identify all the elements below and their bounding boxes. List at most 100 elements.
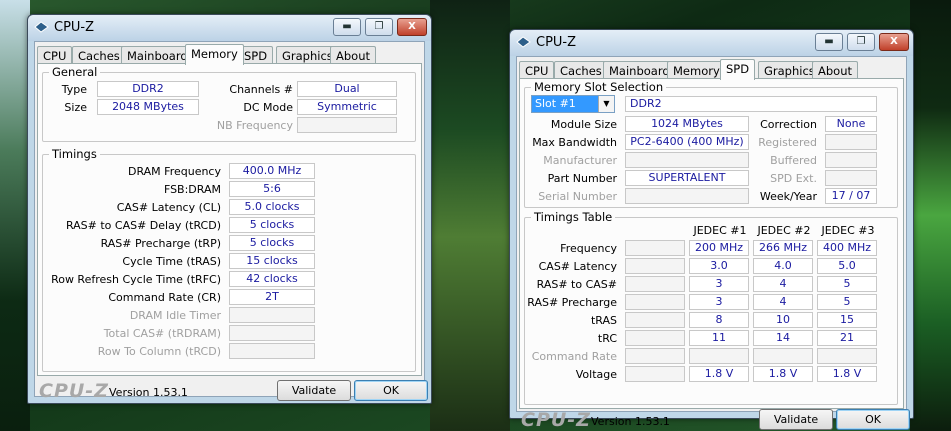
part-number-value: SUPERTALENT: [625, 170, 749, 186]
memory-slot-group-title: Memory Slot Selection: [531, 80, 667, 94]
manufacturer-label: Manufacturer: [543, 154, 617, 167]
timings-table-cell: [817, 348, 877, 364]
timing-label: DRAM Idle Timer: [129, 309, 221, 322]
title-bar[interactable]: CPU-Z ▬ ❐ X: [28, 15, 431, 41]
correction-label: Correction: [760, 118, 817, 131]
tab-caches[interactable]: Caches: [554, 61, 608, 79]
title-bar[interactable]: CPU-Z ▬ ❐ X: [510, 30, 913, 56]
timings-table-cell: 5: [817, 276, 877, 292]
slot-select[interactable]: Slot #1 ▼: [531, 95, 615, 113]
timings-table-cell: 8: [689, 312, 749, 328]
minimize-button[interactable]: ▬: [333, 18, 361, 36]
validate-button[interactable]: Validate: [759, 409, 833, 430]
memory-panel: General Type DDR2 Size 2048 MBytes Chann…: [37, 63, 422, 376]
registered-value: [825, 134, 877, 150]
timings-table-cell: 10: [753, 312, 813, 328]
timing-value: 400.0 MHz: [229, 163, 315, 179]
timing-label: Command Rate (CR): [108, 291, 221, 304]
correction-value: None: [825, 116, 877, 132]
timings-table-group: Timings Table JEDEC #1 JEDEC #2 JEDEC #3…: [524, 210, 898, 405]
timing-label: Row Refresh Cycle Time (tRFC): [51, 273, 221, 286]
timings-table-cell: [753, 348, 813, 364]
timings-table-blank-cell: [625, 258, 685, 274]
week-year-value: 17 / 07: [825, 188, 877, 204]
timings-table-cell: 1.8 V: [753, 366, 813, 382]
timing-value: 5 clocks: [229, 235, 315, 251]
timings-table-cell: 11: [689, 330, 749, 346]
timings-table-cell: 4.0: [753, 258, 813, 274]
serial-number-value: [625, 188, 749, 204]
cpuz-window-memory: CPU-Z ▬ ❐ X CPU Caches Mainboard Memory …: [27, 14, 432, 404]
timing-value: 42 clocks: [229, 271, 315, 287]
channels-label: Channels #: [229, 83, 293, 96]
close-button[interactable]: X: [397, 18, 427, 36]
timings-table-cell: 1.8 V: [689, 366, 749, 382]
timings-table-cell: 3: [689, 276, 749, 292]
manufacturer-value: [625, 152, 749, 168]
tab-memory[interactable]: Memory: [185, 44, 244, 65]
timing-value: 15 clocks: [229, 253, 315, 269]
timings-table-cell: 4: [753, 294, 813, 310]
timing-value: 5 clocks: [229, 217, 315, 233]
timing-label: Cycle Time (tRAS): [122, 255, 221, 268]
timing-label: CAS# Latency (CL): [116, 201, 221, 214]
timings-table-cell: 5: [817, 294, 877, 310]
maximize-button[interactable]: ❐: [365, 18, 393, 36]
max-bandwidth-value: PC2-6400 (400 MHz): [625, 134, 749, 150]
tab-cpu[interactable]: CPU: [519, 61, 555, 79]
jedec-3-header: JEDEC #3: [821, 224, 875, 237]
timing-value: [229, 343, 315, 359]
registered-label: Registered: [758, 136, 817, 149]
timings-table-cell: 15: [817, 312, 877, 328]
timings-table-cell: 200 MHz: [689, 240, 749, 256]
timings-group-title: Timings: [49, 147, 100, 161]
timings-table-label: tRAS: [590, 314, 617, 327]
channels-value: Dual: [297, 81, 397, 97]
timings-table-cell: 21: [817, 330, 877, 346]
timings-table-title: Timings Table: [531, 210, 616, 224]
cpuz-app-icon: [34, 21, 49, 33]
tab-memory[interactable]: Memory: [667, 61, 726, 79]
window-title: CPU-Z: [536, 35, 577, 50]
tab-mainboard[interactable]: Mainboard: [603, 61, 676, 79]
window-client: CPU Caches Mainboard Memory SPD Graphics…: [516, 56, 910, 431]
ok-button[interactable]: OK: [836, 409, 910, 430]
window-title: CPU-Z: [54, 20, 95, 35]
timings-table-label: CAS# Latency: [538, 260, 617, 273]
buffered-value: [825, 152, 877, 168]
maximize-button[interactable]: ❐: [847, 33, 875, 51]
timings-group: Timings DRAM Frequency 400.0 MHz FSB:DRAM 5…: [42, 147, 416, 372]
nb-frequency-label: NB Frequency: [216, 119, 293, 132]
close-button[interactable]: X: [879, 33, 909, 51]
timing-value: 2T: [229, 289, 315, 305]
type-value: DDR2: [97, 81, 199, 97]
cpuz-footer-logo: CPU-Z: [39, 380, 109, 402]
desktop-wallpaper-middle: [430, 0, 510, 431]
tab-spd[interactable]: SPD: [720, 59, 756, 80]
tab-about[interactable]: About: [330, 46, 377, 64]
nb-frequency-value: [297, 117, 397, 133]
ok-button[interactable]: OK: [354, 380, 428, 401]
timings-table-label: Command Rate: [531, 350, 617, 363]
timings-table-blank-cell: [625, 312, 685, 328]
timings-table-cell: 14: [753, 330, 813, 346]
tab-mainboard[interactable]: Mainboard: [121, 46, 194, 64]
tab-caches[interactable]: Caches: [72, 46, 126, 64]
timings-table-cell: [689, 348, 749, 364]
size-label: Size: [64, 101, 87, 114]
timings-table-cell: 266 MHz: [753, 240, 813, 256]
timings-table-cell: 3.0: [689, 258, 749, 274]
minimize-button[interactable]: ▬: [815, 33, 843, 51]
jedec-1-header: JEDEC #1: [693, 224, 747, 237]
timing-label: Row To Column (tRCD): [97, 345, 221, 358]
spd-ext-value: [825, 170, 877, 186]
window-client: CPU Caches Mainboard Memory SPD Graphics…: [34, 41, 428, 402]
timings-table-blank-cell: [625, 366, 685, 382]
tab-cpu[interactable]: CPU: [37, 46, 73, 64]
cpuz-window-spd: CPU-Z ▬ ❐ X CPU Caches Mainboard Memory …: [509, 29, 914, 431]
timing-label: Total CAS# (tRDRAM): [103, 327, 221, 340]
validate-button[interactable]: Validate: [277, 380, 351, 401]
spd-ext-label: SPD Ext.: [770, 172, 817, 185]
tab-about[interactable]: About: [812, 61, 859, 79]
chevron-down-icon[interactable]: ▼: [598, 96, 614, 112]
